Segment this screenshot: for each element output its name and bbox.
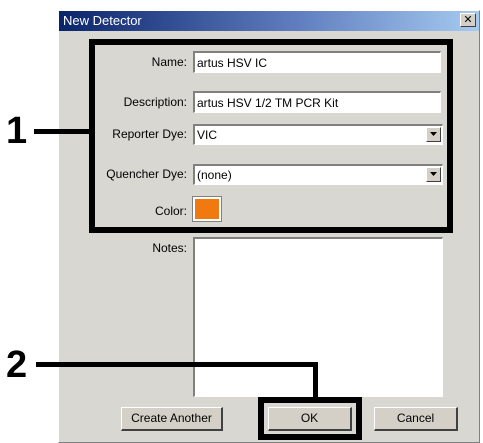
callout-2-number: 2: [6, 344, 28, 386]
title-bar[interactable]: New Detector ✕: [59, 11, 479, 31]
screenshot-stage: New Detector ✕ Name: artus HSV IC Descri…: [0, 0, 483, 443]
callout-1-box: [89, 39, 453, 233]
callout-2-line-vertical: [313, 362, 318, 400]
cancel-button[interactable]: Cancel: [374, 407, 458, 431]
callout-2-line-horizontal: [36, 362, 318, 367]
callout-1-number: 1: [6, 110, 28, 152]
callout-1-line: [34, 129, 92, 134]
notes-label: Notes:: [152, 241, 187, 255]
create-another-button[interactable]: Create Another: [121, 407, 223, 431]
callout-2-box: [258, 397, 362, 440]
notes-textarea[interactable]: [193, 237, 443, 397]
close-icon: ✕: [463, 14, 473, 26]
window-title: New Detector: [63, 13, 142, 28]
close-button[interactable]: ✕: [460, 13, 476, 27]
